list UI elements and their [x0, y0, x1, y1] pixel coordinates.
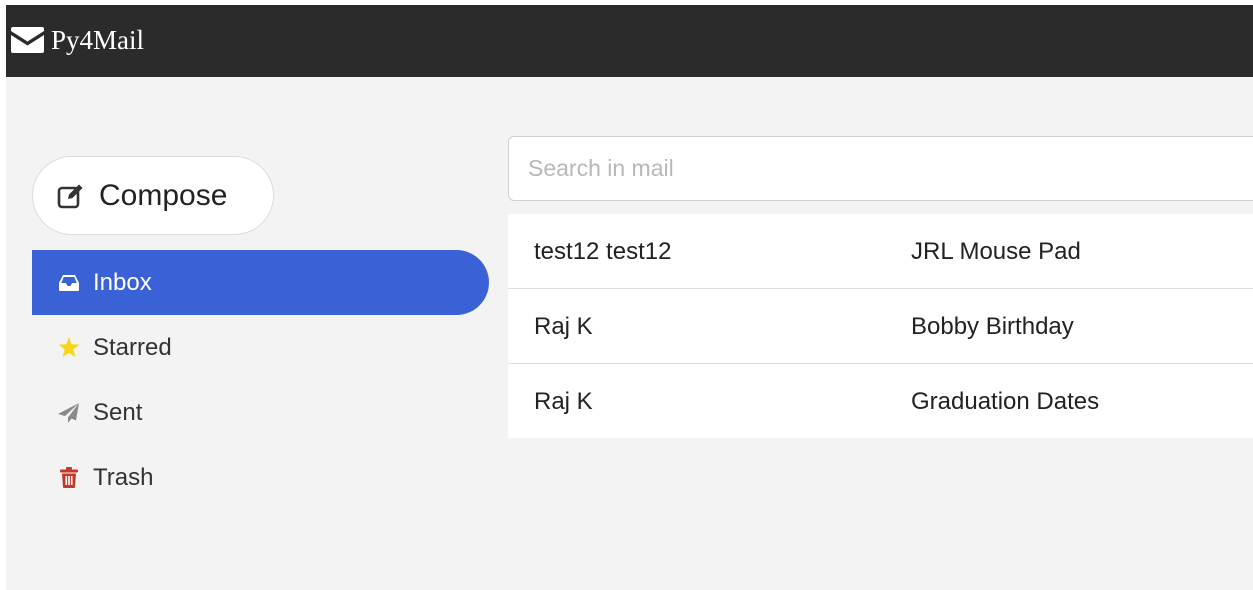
sidebar-item-label: Sent [93, 398, 143, 426]
compose-button[interactable]: Compose [32, 156, 274, 235]
inbox-icon [58, 272, 80, 294]
search-input[interactable] [508, 136, 1253, 201]
envelope-icon [11, 27, 44, 53]
sidebar-item-starred[interactable]: Starred [32, 315, 489, 380]
star-icon [58, 337, 80, 359]
app-title: Py4Mail [51, 24, 145, 55]
sidebar-item-label: Inbox [93, 268, 152, 296]
app-frame: Py4Mail Compose Inbox Starred Sent Trash… [6, 5, 1253, 590]
mail-list: test12 test12 JRL Mouse Pad Raj K Bobby … [508, 214, 1253, 438]
mail-row[interactable]: test12 test12 JRL Mouse Pad [508, 214, 1253, 289]
sidebar-item-sent[interactable]: Sent [32, 380, 489, 445]
brand[interactable]: Py4Mail [11, 23, 144, 57]
mail-sender: test12 test12 [534, 238, 672, 265]
mail-subject: JRL Mouse Pad [911, 238, 1081, 265]
mail-subject: Graduation Dates [911, 388, 1100, 415]
sidebar-item-inbox[interactable]: Inbox [32, 250, 489, 315]
sidebar-item-label: Trash [93, 463, 154, 491]
sidebar-item-trash[interactable]: Trash [32, 445, 489, 510]
mail-row[interactable]: Raj K Graduation Dates [508, 364, 1253, 438]
paper-plane-icon [58, 402, 80, 424]
trash-icon [58, 467, 80, 489]
mail-sender: Raj K [534, 313, 593, 340]
top-bar: Py4Mail [6, 5, 1253, 77]
mail-sender: Raj K [534, 388, 593, 415]
mail-subject: Bobby Birthday [911, 313, 1074, 340]
sidebar-item-label: Starred [93, 333, 172, 361]
edit-icon [57, 182, 85, 210]
mail-row[interactable]: Raj K Bobby Birthday [508, 289, 1253, 364]
compose-label: Compose [99, 178, 228, 212]
